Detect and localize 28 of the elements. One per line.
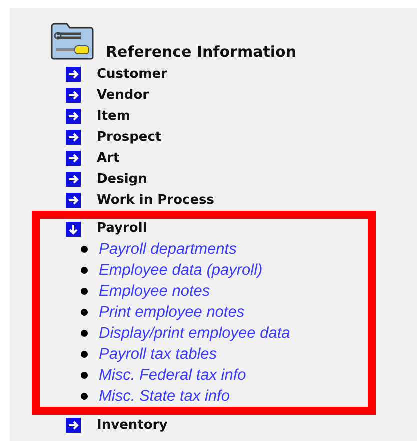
category-link[interactable]: Work in Process	[97, 192, 214, 208]
menu-link[interactable]: Employee data (payroll)	[99, 262, 263, 280]
section-title: Reference Information	[106, 42, 296, 62]
menu-link[interactable]: Print employee notes	[99, 304, 245, 322]
right-arrow-icon[interactable]	[66, 172, 81, 187]
menu-link[interactable]: Employee notes	[99, 282, 210, 300]
down-arrow-icon[interactable]	[66, 222, 81, 236]
toolbox-folder-icon	[51, 22, 94, 60]
menu-link[interactable]: Display/print employee data	[99, 324, 290, 342]
menu-link[interactable]: Misc. State tax info	[99, 388, 230, 406]
category-link[interactable]: Inventory	[97, 418, 168, 434]
menu-link[interactable]: Payroll departments	[99, 240, 237, 258]
menu-link[interactable]: Payroll tax tables	[99, 346, 218, 364]
category-link[interactable]: Design	[97, 172, 148, 188]
category-link[interactable]: Payroll	[97, 221, 148, 237]
right-arrow-icon[interactable]	[66, 151, 81, 166]
right-arrow-icon[interactable]	[66, 109, 81, 124]
right-arrow-icon[interactable]	[66, 193, 81, 208]
right-arrow-icon[interactable]	[66, 67, 81, 82]
right-arrow-icon[interactable]	[66, 418, 81, 433]
category-link[interactable]: Prospect	[97, 130, 162, 146]
right-arrow-icon[interactable]	[66, 130, 81, 145]
category-link[interactable]: Vendor	[97, 88, 150, 104]
category-link[interactable]: Customer	[97, 66, 168, 82]
category-link[interactable]: Item	[97, 108, 130, 124]
menu-link[interactable]: Misc. Federal tax info	[99, 366, 246, 384]
category-link[interactable]: Art	[97, 150, 120, 166]
right-arrow-icon[interactable]	[66, 88, 81, 103]
